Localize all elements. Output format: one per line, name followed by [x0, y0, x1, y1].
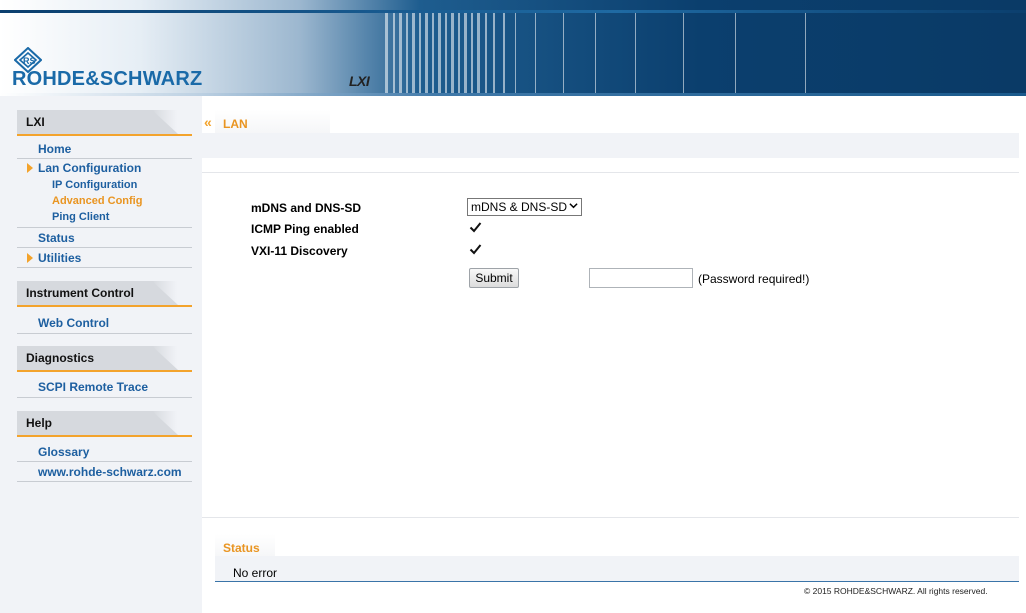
mdns-dns-sd-select[interactable]: mDNS & DNS-SD — [467, 198, 582, 216]
section-divider — [17, 435, 192, 437]
submit-button[interactable]: Submit — [469, 268, 519, 288]
sidebar-section-instrument-control: Instrument Control — [17, 281, 192, 305]
sidebar-item-web-control[interactable]: Web Control — [38, 316, 109, 330]
caret-right-icon — [27, 253, 33, 263]
nav-separator — [17, 158, 192, 159]
sidebar-section-diagnostics: Diagnostics — [17, 346, 192, 370]
copyright-text: © 2015 ROHDE&SCHWARZ. All rights reserve… — [804, 586, 988, 596]
icmp-ping-checkbox[interactable] — [469, 221, 482, 234]
sidebar-section-help: Help — [17, 411, 192, 435]
password-required-note: (Password required!) — [698, 272, 810, 286]
svg-text:RS: RS — [23, 56, 36, 66]
caret-right-icon — [27, 163, 33, 173]
section-divider — [17, 134, 192, 136]
sidebar-item-advanced-config[interactable]: Advanced Config — [52, 195, 142, 207]
sidebar-item-glossary[interactable]: Glossary — [38, 445, 89, 459]
collapse-sidebar-icon[interactable]: « — [204, 114, 212, 130]
sidebar: LXI Home Lan Configuration IP Configurat… — [0, 96, 202, 613]
sidebar-section-title: Help — [26, 416, 53, 430]
sidebar-item-lan-configuration[interactable]: Lan Configuration — [38, 161, 141, 175]
sidebar-item-ip-configuration[interactable]: IP Configuration — [52, 179, 137, 191]
sidebar-item-utilities[interactable]: Utilities — [38, 251, 81, 265]
section-divider — [17, 370, 192, 372]
header-decorative-bars — [385, 13, 835, 93]
sidebar-item-ping-client[interactable]: Ping Client — [52, 211, 109, 223]
nav-separator — [17, 333, 192, 334]
lxi-logo: LXI — [349, 73, 370, 89]
nav-separator — [17, 247, 192, 248]
sidebar-item-home[interactable]: Home — [38, 142, 71, 156]
nav-separator — [17, 481, 192, 482]
sidebar-item-scpi-remote-trace[interactable]: SCPI Remote Trace — [38, 380, 148, 394]
icmp-ping-label: ICMP Ping enabled — [251, 222, 359, 236]
page-header: RS ROHDE&SCHWARZ LXI — [0, 0, 1026, 96]
nav-separator — [17, 227, 192, 228]
chevron-down-icon — [569, 203, 578, 209]
mdns-label: mDNS and DNS-SD — [251, 201, 362, 215]
status-message: No error — [233, 566, 278, 580]
sidebar-item-rohde-schwarz-website[interactable]: www.rohde-schwarz.com — [38, 465, 182, 479]
sidebar-section-lxi: LXI — [17, 110, 192, 134]
rohde-schwarz-logo-text: ROHDE&SCHWARZ — [12, 68, 203, 90]
section-divider — [202, 172, 1019, 173]
password-field[interactable] — [589, 268, 693, 288]
sidebar-section-title: LXI — [26, 115, 45, 129]
sidebar-section-title: Diagnostics — [26, 351, 95, 365]
tab-content-band — [202, 133, 1019, 158]
section-divider — [17, 305, 192, 307]
sidebar-section-title: Instrument Control — [26, 286, 134, 300]
nav-separator — [17, 267, 192, 268]
section-divider — [202, 517, 1019, 518]
status-band — [215, 556, 1019, 581]
nav-separator — [17, 461, 192, 462]
vxi11-discovery-checkbox[interactable] — [469, 243, 482, 256]
status-bottom-line — [215, 581, 1019, 582]
nav-separator — [17, 397, 192, 398]
vxi11-discovery-label: VXI-11 Discovery — [251, 244, 348, 258]
sidebar-item-status[interactable]: Status — [38, 231, 75, 245]
select-value: mDNS & DNS-SD — [471, 200, 568, 214]
tab-title: Status — [223, 541, 260, 555]
